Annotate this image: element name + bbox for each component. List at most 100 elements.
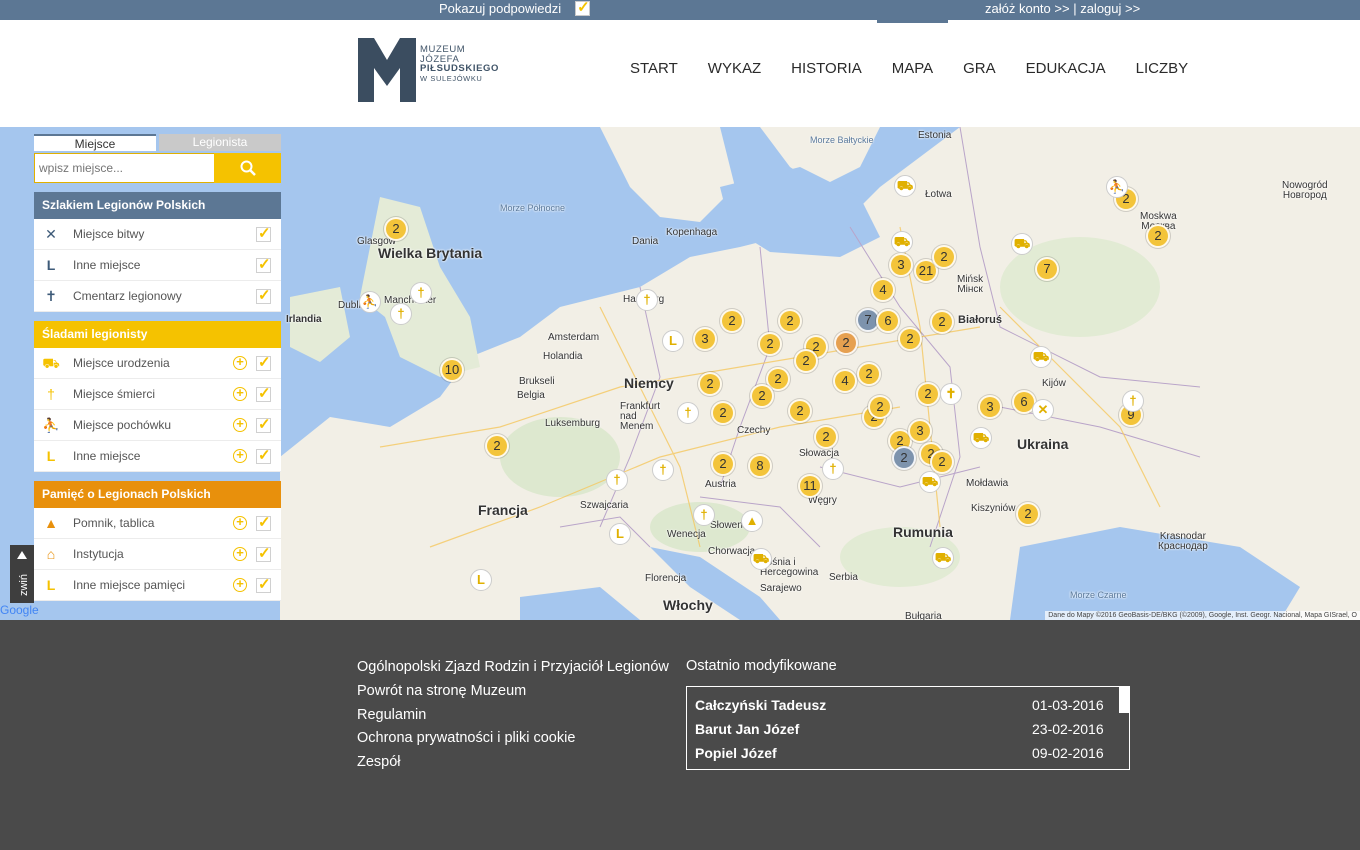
map-cluster[interactable]: 11 xyxy=(798,474,822,498)
expand-plus-icon[interactable]: + xyxy=(233,546,247,561)
filter-checkbox[interactable] xyxy=(256,538,271,569)
other-place-icon[interactable]: L xyxy=(662,330,684,352)
birth-place-icon[interactable]: ⛟ xyxy=(1011,233,1033,255)
monument-icon[interactable]: ▲ xyxy=(741,510,763,532)
map-cluster[interactable]: 2 xyxy=(932,245,956,269)
footer-link[interactable]: Powrót na stronę Muzeum xyxy=(357,680,669,704)
map-cluster[interactable]: 2 xyxy=(868,395,892,419)
map-cluster[interactable]: 2 xyxy=(711,401,735,425)
death-place-icon[interactable]: † xyxy=(677,402,699,424)
map-cluster[interactable]: 2 xyxy=(857,362,881,386)
death-place-icon[interactable]: † xyxy=(390,303,412,325)
nav-start[interactable]: START xyxy=(615,20,693,127)
filter-other-place[interactable]: L Inne miejsce xyxy=(34,249,281,281)
footer-link[interactable]: Regulamin xyxy=(357,704,669,728)
map-cluster[interactable]: 2 xyxy=(758,332,782,356)
footer-link[interactable]: Ochrona prywatności i pliki cookie xyxy=(357,727,669,751)
filter-checkbox[interactable] xyxy=(256,218,271,249)
recent-item[interactable]: Popiel Józef 09-02-2016 xyxy=(687,741,1129,765)
tab-place[interactable]: Miejsce xyxy=(34,134,156,151)
nav-liczby[interactable]: LICZBY xyxy=(1121,20,1204,127)
map-cluster[interactable]: 2 xyxy=(814,425,838,449)
filter-other-legionist-place[interactable]: L Inne miejsce + xyxy=(34,440,281,472)
filter-death-place[interactable]: † Miejsce śmierci + xyxy=(34,378,281,410)
death-place-icon[interactable]: † xyxy=(606,469,628,491)
map-cluster[interactable]: 2 xyxy=(720,309,744,333)
login-link[interactable]: zaloguj >> xyxy=(1080,1,1140,16)
birth-place-icon[interactable]: ⛟ xyxy=(932,547,954,569)
death-place-icon[interactable]: † xyxy=(636,289,658,311)
map-cluster[interactable]: 2 xyxy=(898,327,922,351)
map-cluster[interactable]: 2 xyxy=(834,331,858,355)
filter-checkbox[interactable] xyxy=(256,347,271,378)
recent-item[interactable]: Całczyński Tadeusz 01-03-2016 xyxy=(687,693,1129,717)
nav-wykaz[interactable]: WYKAZ xyxy=(693,20,776,127)
expand-plus-icon[interactable]: + xyxy=(233,355,247,370)
birth-place-icon[interactable]: ⛟ xyxy=(1030,346,1052,368)
map-cluster[interactable]: 4 xyxy=(871,278,895,302)
map-cluster[interactable]: 2 xyxy=(930,310,954,334)
filter-checkbox[interactable] xyxy=(256,440,271,471)
expand-plus-icon[interactable]: + xyxy=(233,448,247,463)
map-cluster[interactable]: 2 xyxy=(778,309,802,333)
filter-legion-cemetery[interactable]: ✝ Cmentarz legionowy xyxy=(34,280,281,312)
map-cluster[interactable]: 2 xyxy=(1146,224,1170,248)
birth-place-icon[interactable]: ⛟ xyxy=(891,231,913,253)
death-place-icon[interactable]: † xyxy=(693,504,715,526)
filter-checkbox[interactable] xyxy=(256,409,271,440)
burial-place-icon[interactable]: ⛹ xyxy=(359,291,381,313)
map-cluster[interactable]: 6 xyxy=(876,309,900,333)
death-place-icon[interactable]: † xyxy=(652,459,674,481)
death-place-icon[interactable]: † xyxy=(410,282,432,304)
map-cluster[interactable]: 2 xyxy=(698,372,722,396)
map-cluster[interactable]: 2 xyxy=(750,384,774,408)
filter-burial-place[interactable]: ⛹ Miejsce pochówku + xyxy=(34,409,281,441)
scrollbar-thumb[interactable] xyxy=(1119,687,1129,713)
filter-birth-place[interactable]: ⛟ Miejsce urodzenia + xyxy=(34,347,281,379)
search-button[interactable] xyxy=(214,153,281,183)
filter-checkbox[interactable] xyxy=(256,249,271,280)
filter-checkbox[interactable] xyxy=(256,280,271,311)
footer-link[interactable]: Ogólnopolski Zjazd Rodzin i Przyjaciół L… xyxy=(357,656,669,680)
filter-other-memory-place[interactable]: L Inne miejsce pamięci + xyxy=(34,569,281,601)
create-account-link[interactable]: załóż konto >> xyxy=(985,1,1070,16)
birth-place-icon[interactable]: ⛟ xyxy=(894,175,916,197)
map-cluster[interactable]: 2 xyxy=(1016,502,1040,526)
nav-historia[interactable]: HISTORIA xyxy=(776,20,877,127)
collapse-panel-button[interactable]: zwiń xyxy=(10,545,34,603)
nav-edukacja[interactable]: EDUKACJA xyxy=(1011,20,1121,127)
filter-battle-place[interactable]: ✕ Miejsce bitwy xyxy=(34,218,281,250)
nav-gra[interactable]: GRA xyxy=(948,20,1011,127)
map-cluster[interactable]: 3 xyxy=(908,419,932,443)
battle-place-icon[interactable]: ✕ xyxy=(1032,399,1054,421)
birth-place-icon[interactable]: ⛟ xyxy=(750,548,772,570)
map-cluster[interactable]: 7 xyxy=(1035,257,1059,281)
map-cluster[interactable]: 2 xyxy=(384,217,408,241)
recent-scrollbar[interactable] xyxy=(1119,687,1129,769)
map-cluster[interactable]: 2 xyxy=(711,452,735,476)
map-cluster[interactable]: 4 xyxy=(833,369,857,393)
other-place-icon[interactable]: L xyxy=(609,523,631,545)
filter-checkbox[interactable] xyxy=(256,507,271,538)
expand-plus-icon[interactable]: + xyxy=(233,577,247,592)
filter-institution[interactable]: ⌂ Instytucja + xyxy=(34,538,281,570)
filter-checkbox[interactable] xyxy=(256,569,271,600)
other-place-icon[interactable]: L xyxy=(470,569,492,591)
map-cluster[interactable]: 3 xyxy=(693,327,717,351)
place-search-input[interactable] xyxy=(34,153,214,183)
legion-cemetery-icon[interactable]: ✝ xyxy=(940,383,962,405)
birth-place-icon[interactable]: ⛟ xyxy=(919,471,941,493)
recent-list[interactable]: Całczyński Tadeusz 01-03-2016 Barut Jan … xyxy=(686,686,1130,770)
birth-place-icon[interactable]: ⛟ xyxy=(970,427,992,449)
map-cluster[interactable]: 2 xyxy=(916,382,940,406)
death-place-icon[interactable]: † xyxy=(822,458,844,480)
hints-checkbox[interactable] xyxy=(575,0,591,16)
nav-mapa[interactable]: MAPA xyxy=(876,20,949,127)
expand-plus-icon[interactable]: + xyxy=(233,386,247,401)
footer-link[interactable]: Zespół xyxy=(357,751,669,775)
recent-item[interactable]: Barut Jan Józef 23-02-2016 xyxy=(687,717,1129,741)
map-cluster[interactable]: 2 xyxy=(788,399,812,423)
death-place-icon[interactable]: † xyxy=(1122,390,1144,412)
map-cluster[interactable]: 3 xyxy=(889,253,913,277)
tab-legionist[interactable]: Legionista xyxy=(159,134,281,151)
